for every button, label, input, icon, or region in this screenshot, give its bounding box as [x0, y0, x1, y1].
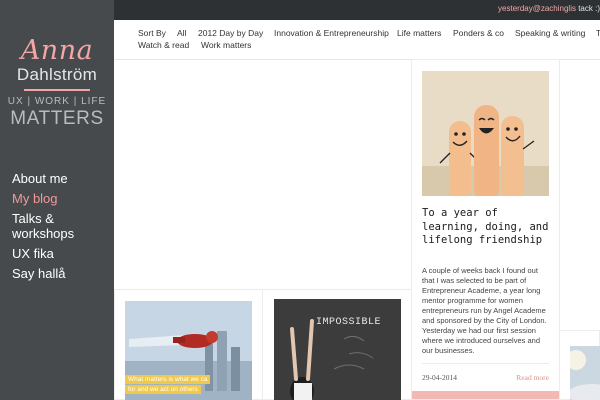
- fingers-illustration: [422, 71, 549, 196]
- top-bar: yesterday@zachinglis tack :): [114, 0, 600, 20]
- blog-post-card-featured[interactable]: To a year of learning, doing, and lifelo…: [411, 59, 560, 400]
- post-title[interactable]: To a year of learning, doing, and lifelo…: [422, 207, 552, 248]
- tweet-time: yesterday: [498, 4, 533, 13]
- chalkboard-illustration: [274, 299, 401, 400]
- site-logo[interactable]: Anna Dahlström UX | WORK | LIFE MATTERS: [0, 35, 114, 130]
- logo-first-name: Anna: [20, 35, 94, 66]
- quote-line-2: for and we act on others: [125, 385, 201, 394]
- filter-2012-day-by-day[interactable]: 2012 Day by Day: [198, 28, 263, 38]
- logo-divider: [24, 89, 90, 91]
- logo-matters: MATTERS: [10, 108, 104, 129]
- sidebar: Anna Dahlström UX | WORK | LIFE MATTERS …: [0, 0, 114, 400]
- sort-by-label: Sort By: [138, 28, 166, 38]
- logo-tagline: UX | WORK | LIFE: [7, 96, 107, 107]
- logo-last-name: Dahlström: [16, 65, 98, 84]
- photo-quote-overlay: What matters is what we ca for and we ac…: [125, 375, 211, 395]
- tweet-user-link[interactable]: @zachinglis: [533, 4, 576, 13]
- category-filter-nav: Sort By All 2012 Day by Day Innovation &…: [138, 28, 600, 54]
- sidebar-item-ux-fika[interactable]: UX fika: [12, 246, 112, 261]
- sidebar-nav: About me My blog Talks & workshops UX fi…: [12, 171, 112, 286]
- filter-innovation-entrepreneurship[interactable]: Innovation & Entrepreneurship: [274, 28, 389, 38]
- sidebar-item-about-me[interactable]: About me: [12, 171, 112, 186]
- filter-life-matters[interactable]: Life matters: [397, 28, 441, 38]
- flying-superhero-photo[interactable]: What matters is what we ca for and we ac…: [125, 301, 252, 400]
- sky-illustration: [570, 346, 600, 400]
- post-meta-divider: [422, 363, 549, 364]
- post-excerpt: A couple of weeks back I found out that …: [422, 266, 547, 355]
- filter-work-matters[interactable]: Work matters: [201, 40, 251, 50]
- read-more-link[interactable]: Read more: [516, 373, 549, 382]
- filter-all[interactable]: All: [177, 28, 186, 38]
- sky-photo[interactable]: [570, 346, 600, 400]
- filter-speaking-writing[interactable]: Speaking & writing: [515, 28, 585, 38]
- filter-watch-read[interactable]: Watch & read: [138, 40, 189, 50]
- sidebar-item-talks-workshops[interactable]: Talks & workshops: [12, 211, 112, 241]
- sidebar-item-say-halla[interactable]: Say hallå: [12, 266, 112, 281]
- filter-overflow[interactable]: T: [596, 28, 600, 38]
- sidebar-item-my-blog[interactable]: My blog: [12, 191, 112, 206]
- page: Anna Dahlström UX | WORK | LIFE MATTERS …: [0, 0, 600, 400]
- post-date: 29-04-2014: [422, 373, 457, 382]
- post-accent-bar: [412, 391, 559, 399]
- tweet-text: tack :): [575, 4, 600, 13]
- latest-tweet[interactable]: yesterday@zachinglis tack :): [498, 4, 600, 13]
- chalkboard-impossible-photo[interactable]: IMPOSSIBLE: [274, 299, 401, 400]
- smiling-fingers-photo[interactable]: [422, 71, 549, 196]
- quote-line-1: What matters is what we ca: [125, 375, 211, 384]
- chalkboard-text: IMPOSSIBLE: [316, 317, 382, 328]
- filter-ponders-co[interactable]: Ponders & co: [453, 28, 504, 38]
- blog-post-card[interactable]: [559, 330, 600, 400]
- blog-post-card[interactable]: IMPOSSIBLE: [262, 289, 412, 400]
- blog-post-card[interactable]: What matters is what we ca for and we ac…: [114, 289, 263, 400]
